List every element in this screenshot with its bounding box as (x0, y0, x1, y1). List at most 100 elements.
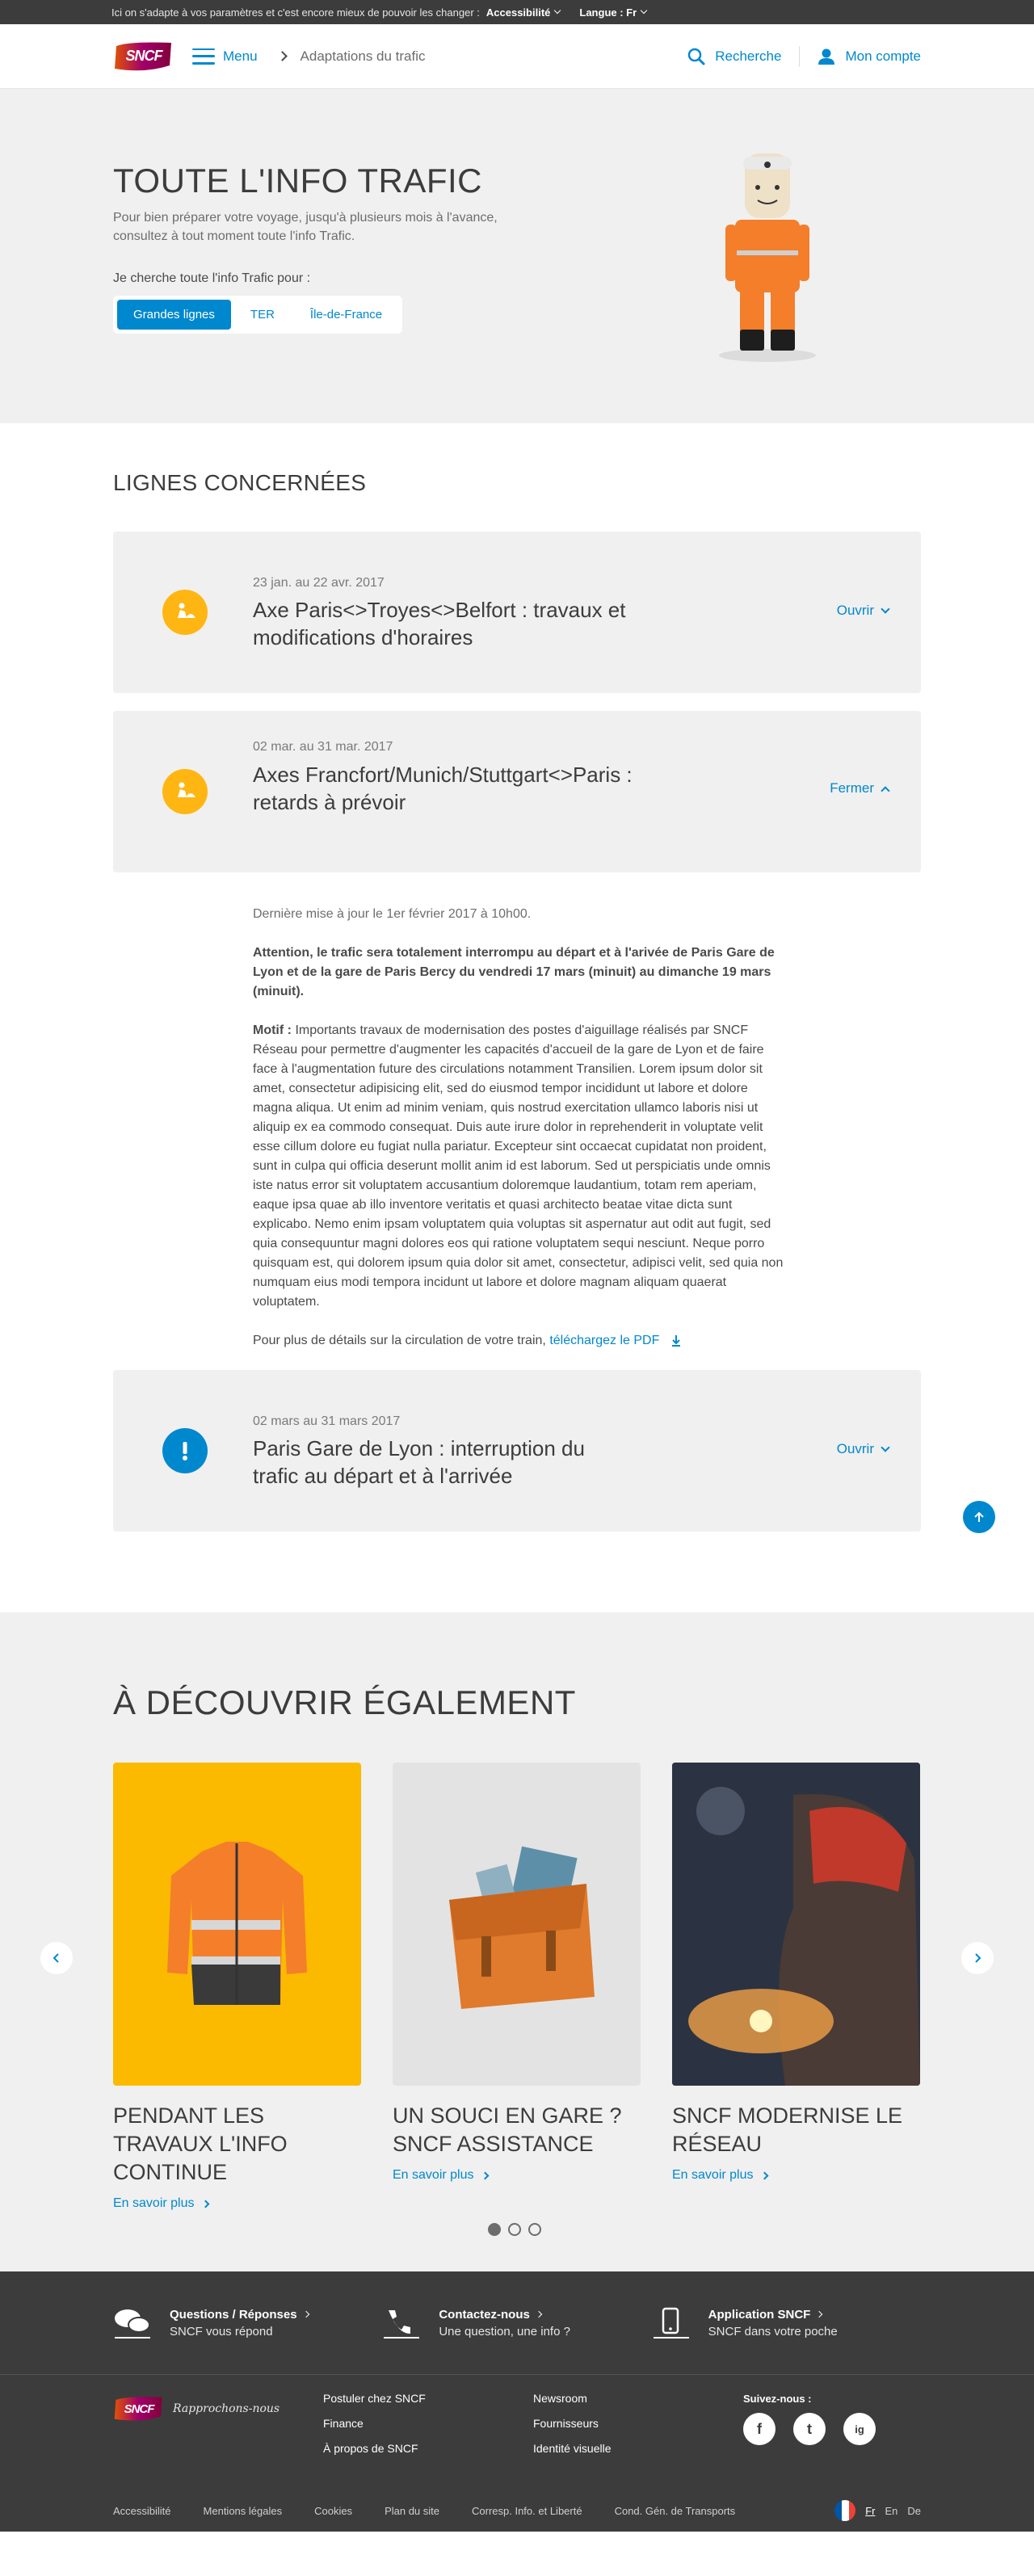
works-icon (162, 590, 208, 635)
discover-card[interactable]: PENDANT LES TRAVAUX L'INFO CONTINUE En s… (113, 1763, 361, 2211)
section-title: LIGNES CONCERNÉES (113, 470, 367, 495)
carousel-prev-button[interactable] (40, 1942, 73, 1974)
main-header: SNCF Menu Adaptations du trafic Recherch… (0, 24, 1034, 89)
learn-more-link[interactable]: En savoir plus (393, 2168, 641, 2183)
discover-title: À DÉCOUVRIR ÉGALEMENT (113, 1683, 576, 1721)
logo-text: SNCF (125, 48, 163, 64)
language-dropdown[interactable]: Langue : Fr (579, 6, 648, 19)
card-title: Paris Gare de Lyon : interruption du tra… (253, 1436, 585, 1488)
settings-text: Ici on s'adapte à vos paramètres et c'es… (111, 6, 480, 19)
chevron-down-icon (640, 6, 648, 15)
footer-bottom-bar: Accessibilité Mentions légales Cookies P… (0, 2490, 1034, 2532)
carousel-dot[interactable] (488, 2223, 501, 2236)
tab-grandes-lignes[interactable]: Grandes lignes (117, 300, 231, 330)
carousel-dot[interactable] (508, 2223, 521, 2236)
learn-more-link[interactable]: En savoir plus (113, 2196, 361, 2211)
logo-text: SNCF (124, 2402, 155, 2416)
follow-label: Suivez-nous : (743, 2393, 812, 2405)
discover-card[interactable]: SNCF MODERNISE LE RÉSEAU En savoir plus (672, 1763, 920, 2211)
settings-strip: Ici on s'adapte à vos paramètres et c'es… (0, 0, 1034, 24)
back-to-top-button[interactable] (963, 1501, 995, 1533)
lang-fr[interactable]: Fr (865, 2505, 875, 2517)
menu-button[interactable]: Menu (192, 48, 258, 65)
tagline: Rapprochons-nous (173, 2402, 280, 2415)
card-title: PENDANT LES TRAVAUX L'INFO CONTINUE (113, 2103, 288, 2184)
footer-link[interactable]: Accessibilité (113, 2505, 171, 2517)
motif-text: Importants travaux de modernisation des … (253, 1023, 784, 1309)
chevron-right-icon (975, 1953, 981, 1963)
arrow-up-icon (974, 1511, 984, 1522)
chevron-right-icon (760, 2171, 768, 2179)
search-button[interactable]: Recherche (687, 48, 781, 65)
footer-link[interactable]: Finance (323, 2411, 434, 2436)
discover-card[interactable]: UN SOUCI EN GARE ? SNCF ASSISTANCE En sa… (393, 1763, 641, 2211)
line-card[interactable]: 02 mars au 31 mars 2017 Paris Gare de Ly… (113, 1370, 921, 1532)
footer-link[interactable]: À propos de SNCF (323, 2436, 434, 2461)
pdf-download-link[interactable]: téléchargez le PDF (549, 1334, 681, 1347)
footer-link[interactable]: Newsroom (533, 2386, 620, 2411)
card-title: UN SOUCI EN GARE ? SNCF ASSISTANCE (393, 2103, 622, 2156)
card-date: 23 jan. au 22 avr. 2017 (253, 576, 385, 590)
user-icon (818, 48, 835, 65)
card-date: 02 mar. au 31 mar. 2017 (253, 740, 393, 754)
footer-link[interactable]: Plan du site (385, 2505, 439, 2517)
hero-section: TOUTE L'INFO TRAFIC Pour bien préparer v… (0, 89, 1034, 423)
footer: Questions / Réponses SNCF vous répond Con… (0, 2271, 1034, 2532)
app-link[interactable]: Application SNCF SNCF dans votre poche (652, 2307, 921, 2339)
open-button[interactable]: Ouvrir (837, 1441, 890, 1457)
contact-link[interactable]: Contactez-nous Une question, une info ? (382, 2307, 651, 2339)
chevron-down-icon (881, 603, 890, 614)
breadcrumb[interactable]: Adaptations du trafic (301, 48, 426, 65)
faq-title: Questions / Réponses (170, 2307, 297, 2322)
chevron-right-icon (201, 2200, 209, 2208)
line-card-expanded[interactable]: 02 mar. au 31 mar. 2017 Axes Francfort/M… (113, 711, 921, 872)
card-title: SNCF MODERNISE LE RÉSEAU (672, 2103, 903, 2156)
network-tabs: Grandes lignes TER Île-de-France (113, 296, 403, 334)
footer-link[interactable]: Fournisseurs (533, 2411, 620, 2436)
phone-icon (384, 2309, 420, 2339)
learn-more-link[interactable]: En savoir plus (672, 2168, 920, 2183)
footer-link[interactable]: Cookies (314, 2505, 352, 2517)
carousel-dots (488, 2223, 541, 2236)
menu-label: Menu (223, 48, 258, 64)
tab-ile-de-france[interactable]: Île-de-France (294, 300, 398, 330)
open-button[interactable]: Ouvrir (837, 603, 890, 619)
tab-ter[interactable]: TER (234, 300, 291, 330)
chevron-down-icon (881, 1442, 890, 1452)
instagram-icon[interactable]: ig (843, 2413, 876, 2445)
contact-title: Contactez-nous (439, 2307, 530, 2322)
footer-sncf-logo[interactable]: SNCF (113, 2395, 165, 2423)
footer-link[interactable]: Identité visuelle (533, 2436, 620, 2461)
warning-text: Attention, le trafic sera totalement int… (253, 946, 775, 998)
contact-subtitle: Une question, une info ? (439, 2324, 570, 2339)
social-links: Suivez-nous : f t ig (743, 2393, 876, 2445)
chevron-left-icon (53, 1953, 59, 1963)
line-card[interactable]: 23 jan. au 22 avr. 2017 Axe Paris<>Troye… (113, 532, 921, 693)
faq-link[interactable]: Questions / Réponses SNCF vous répond (113, 2307, 382, 2339)
chevron-right-icon (481, 2171, 489, 2179)
search-icon (687, 48, 705, 65)
lang-en[interactable]: En (885, 2505, 897, 2517)
footer-link[interactable]: Cond. Gén. de Transports (615, 2505, 736, 2517)
footer-link[interactable]: Mentions légales (204, 2505, 283, 2517)
close-button[interactable]: Fermer (830, 780, 890, 796)
carousel-dot[interactable] (528, 2223, 541, 2236)
hero-intro: Pour bien préparer votre voyage, jusqu'à… (113, 211, 498, 243)
chat-bubbles-icon (115, 2309, 150, 2339)
facebook-icon[interactable]: f (743, 2413, 776, 2445)
footer-link[interactable]: Corresp. Info. et Liberté (472, 2505, 582, 2517)
card-title: Axes Francfort/Munich/Stuttgart<>Paris :… (253, 763, 633, 814)
carousel-next-button[interactable] (961, 1942, 994, 1974)
chevron-right-icon (276, 51, 288, 61)
alert-icon (162, 1428, 208, 1473)
footer-link[interactable]: Postuler chez SNCF (323, 2386, 434, 2411)
lang-de[interactable]: De (907, 2505, 921, 2517)
account-label: Mon compte (845, 48, 921, 64)
account-button[interactable]: Mon compte (818, 48, 921, 65)
chevron-down-icon (554, 6, 561, 15)
sncf-logo[interactable]: SNCF (113, 41, 174, 72)
twitter-icon[interactable]: t (793, 2413, 826, 2445)
update-text: Dernière mise à jour le 1er février 2017… (253, 907, 532, 921)
chevron-up-icon (881, 785, 890, 796)
accessibility-dropdown[interactable]: Accessibilité (486, 6, 561, 19)
